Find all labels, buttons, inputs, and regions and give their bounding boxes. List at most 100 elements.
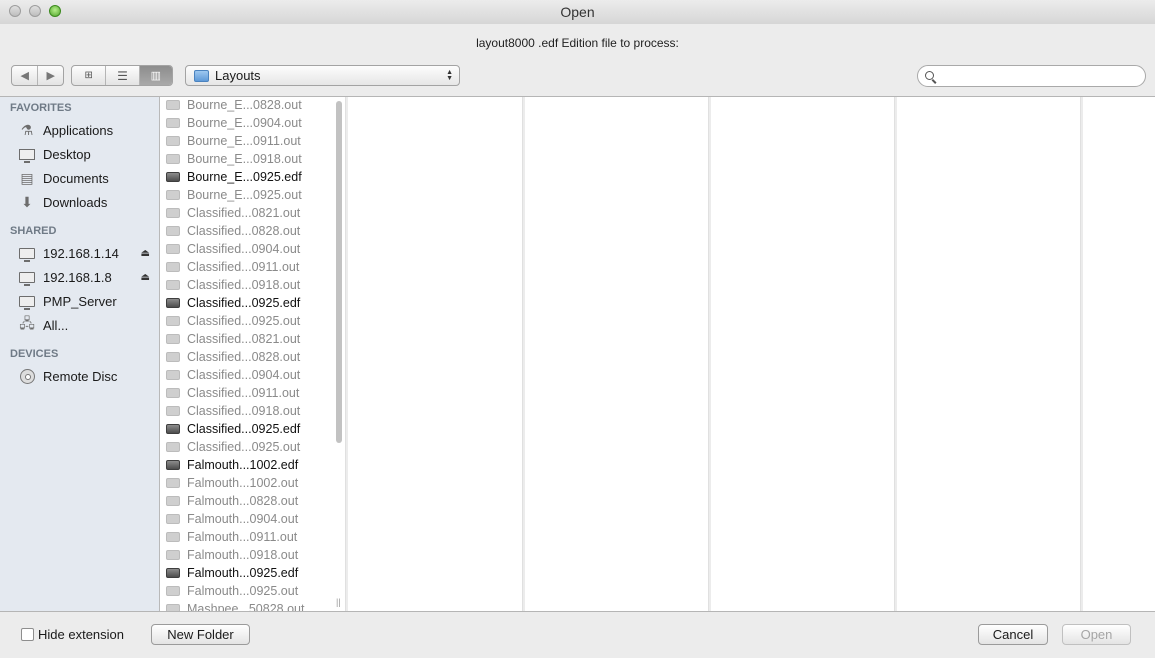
file-name: Bourne_E...0828.out [187,98,302,112]
eject-icon[interactable]: ⏏ [141,248,150,259]
file-item[interactable]: Bourne_E...0925.edf [166,168,302,186]
file-name: Falmouth...0904.out [187,512,299,526]
open-button[interactable]: Open [1062,624,1131,645]
file-name: Classified...0821.out [187,206,301,220]
column-divider[interactable] [522,97,525,611]
file-item[interactable]: Bourne_E...0918.out [166,150,302,168]
column-resize-handle[interactable]: || [336,597,341,607]
column-divider[interactable] [1080,97,1083,611]
file-item[interactable]: Classified...0828.out [166,348,300,366]
document-icon [166,406,180,416]
document-icon [166,334,180,344]
file-item[interactable]: Classified...0911.out [166,384,299,402]
file-name: Bourne_E...0925.edf [187,170,302,184]
document-icon [166,586,180,596]
file-item[interactable]: Classified...0904.out [166,240,300,258]
dialog-prompt: layout8000 .edf Edition file to process: [476,36,679,50]
scrollbar-thumb[interactable] [336,101,342,443]
forward-button[interactable]: ▶ [37,66,63,85]
sidebar-item-documents[interactable]: ▤ Documents [18,167,156,189]
file-item[interactable]: Classified...0925.out [166,438,300,456]
file-item[interactable]: Classified...0918.out [166,276,300,294]
title-bar: Open [0,0,1155,24]
file-item[interactable]: Bourne_E...0925.out [166,186,302,204]
file-item[interactable]: Classified...0925.edf [166,294,300,312]
file-item[interactable]: Falmouth...0925.out [166,582,298,600]
file-item[interactable]: Classified...0925.out [166,312,300,330]
back-button[interactable]: ◀ [12,66,37,85]
minimize-window-button[interactable] [29,5,41,17]
file-item[interactable]: Classified...0918.out [166,402,300,420]
document-icon [166,316,180,326]
file-item[interactable]: Classified...0904.out [166,366,300,384]
search-field[interactable] [917,65,1146,87]
file-item[interactable]: Falmouth...0911.out [166,528,297,546]
document-icon [166,604,180,611]
column-divider[interactable] [894,97,897,611]
forward-arrow-icon: ▶ [46,70,55,82]
file-item[interactable]: Falmouth...0904.out [166,510,298,528]
sidebar-item-shared-1[interactable]: 192.168.1.14 ⏏ [18,242,156,264]
sidebar-item-downloads[interactable]: ⬇ Downloads [18,191,156,213]
location-popup[interactable]: Layouts ▲ ▼ [185,65,460,86]
file-item[interactable]: Falmouth...0918.out [166,546,298,564]
document-icon [166,226,180,236]
sidebar-item-applications[interactable]: ⚗ Applications [18,119,156,141]
eject-icon[interactable]: ⏏ [141,272,150,283]
file-item[interactable]: Classified...0821.out [166,204,300,222]
file-item[interactable]: Falmouth...1002.out [166,474,298,492]
sidebar-item-all[interactable]: 🖧 All... [18,314,156,336]
network-computer-icon [18,245,36,262]
sidebar-item-remote-disc[interactable]: Remote Disc [18,365,156,387]
desktop-icon [18,146,36,163]
file-item[interactable]: Bourne_E...0828.out [166,97,302,114]
file-item[interactable]: Falmouth...1002.edf [166,456,298,474]
file-name: Classified...0918.out [187,278,301,292]
location-label: Layouts [215,68,261,83]
file-item[interactable]: Falmouth...0925.edf [166,564,298,582]
nav-buttons: ◀ ▶ [11,65,64,86]
document-icon [166,550,180,560]
devices-header: DEVICES [10,348,59,360]
cancel-button[interactable]: Cancel [978,624,1048,645]
search-input[interactable] [940,68,1140,86]
file-item[interactable]: Classified...0828.out [166,222,300,240]
edf-document-icon [166,568,180,578]
file-item[interactable]: Mashpee...50828.out [166,600,304,611]
file-name: Falmouth...0828.out [187,494,299,508]
downloads-icon: ⬇ [21,193,33,210]
file-name: Classified...0925.edf [187,296,301,310]
file-column-scrollbar[interactable] [334,99,344,609]
document-icon [166,262,180,272]
document-icon [166,478,180,488]
file-item[interactable]: Classified...0911.out [166,258,299,276]
list-icon: ☰ [117,68,128,83]
icon-view-button[interactable]: ⊞ [72,66,105,85]
column-divider[interactable] [345,97,348,611]
new-folder-button[interactable]: New Folder [151,624,250,645]
close-window-button[interactable] [9,5,21,17]
list-view-button[interactable]: ☰ [105,66,138,85]
file-item[interactable]: Bourne_E...0904.out [166,114,302,132]
file-name: Falmouth...0925.out [187,584,299,598]
file-item[interactable]: Classified...0925.edf [166,420,300,438]
file-item[interactable]: Falmouth...0828.out [166,492,298,510]
file-name: Classified...0828.out [187,350,301,364]
hide-extension-checkbox[interactable] [21,628,34,641]
file-name: Bourne_E...0925.out [187,188,302,202]
popup-arrows-icon: ▲ ▼ [446,68,453,82]
column-view-button[interactable]: ▥ [138,66,172,85]
sidebar-item-shared-2[interactable]: 192.168.1.8 ⏏ [18,266,156,288]
column-divider[interactable] [708,97,711,611]
file-name: Classified...0911.out [187,386,300,400]
file-item[interactable]: Bourne_E...0911.out [166,132,301,150]
icon-grid-icon: ⊞ [84,70,93,81]
file-item[interactable]: Classified...0821.out [166,330,300,348]
sidebar-item-desktop[interactable]: Desktop [18,143,156,165]
shared-header: SHARED [10,225,57,237]
file-name: Classified...0925.out [187,440,301,454]
hide-extension-label[interactable]: Hide extension [38,627,124,642]
sidebar-item-pmp-server[interactable]: PMP_Server [18,290,156,312]
zoom-window-button[interactable] [49,5,61,17]
applications-icon: ⚗ [20,121,34,138]
